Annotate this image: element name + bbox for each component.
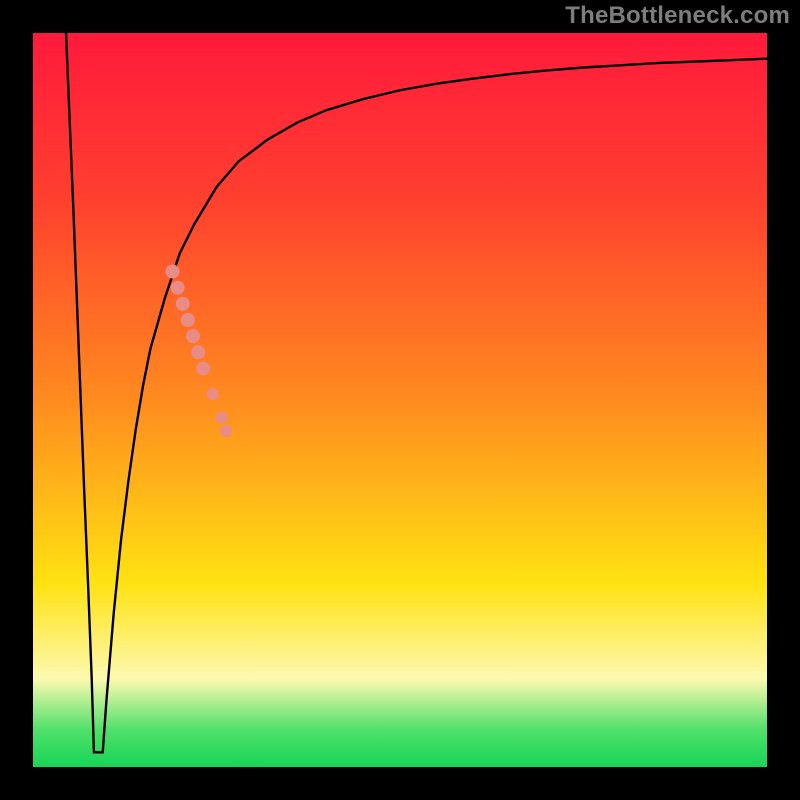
curve-marker: [186, 329, 200, 343]
curve-marker: [181, 313, 195, 327]
plot-background: [33, 33, 767, 767]
bottleneck-chart: [0, 0, 800, 800]
curve-marker: [171, 281, 185, 295]
curve-marker: [165, 265, 179, 279]
chart-stage: TheBottleneck.com: [0, 0, 800, 800]
watermark-text: TheBottleneck.com: [565, 2, 790, 30]
curve-marker: [216, 412, 228, 424]
curve-marker: [176, 297, 190, 311]
curve-marker: [196, 361, 210, 375]
curve-marker: [191, 345, 205, 359]
curve-marker: [220, 425, 232, 437]
curve-marker: [207, 388, 219, 400]
